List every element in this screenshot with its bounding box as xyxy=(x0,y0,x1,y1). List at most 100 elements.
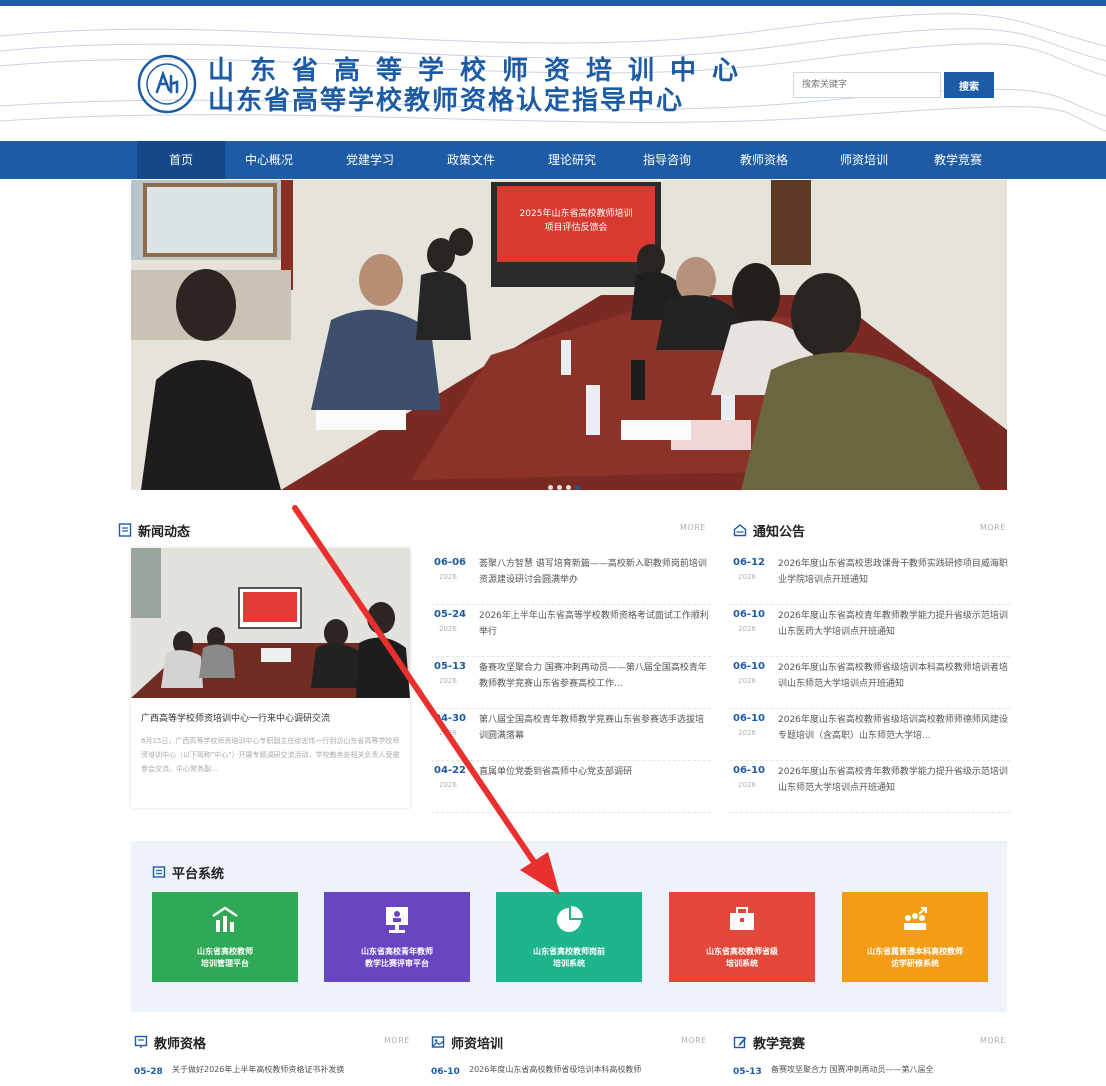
news-more-link[interactable]: MORE xyxy=(680,523,706,532)
list-item[interactable]: 06-10 2026 2026年度山东省高校教师省级培训本科高校教师培训者培训山… xyxy=(730,657,1010,709)
platform-section-header: 平台系统 xyxy=(152,863,352,883)
competition-more-link[interactable]: MORE xyxy=(980,1036,1006,1045)
item-year: 2026 xyxy=(439,729,457,737)
item-title[interactable]: 荟聚八方智慧 谱写培育新篇——高校新入职教师岗前培训资源建设研讨会圆满举办 xyxy=(479,556,711,590)
list-item[interactable]: 06-06 2026 荟聚八方智慧 谱写培育新篇——高校新入职教师岗前培训资源建… xyxy=(431,553,711,605)
svg-text:项目评估反馈会: 项目评估反馈会 xyxy=(544,221,607,233)
platform-section-title: 平台系统 xyxy=(172,867,225,882)
qualification-section-title: 教师资格 xyxy=(154,1037,207,1052)
item-title[interactable]: 2026年度山东省高校青年教师教学能力提升省级示范培训山东师范大学培训点开班通知 xyxy=(778,764,1010,798)
list-item[interactable]: 05-13 备赛攻坚聚合力 国赛冲刺再动员——第八届全 xyxy=(733,1064,1013,1078)
nav-item-policy[interactable]: 政策文件 xyxy=(427,141,515,179)
center-logo xyxy=(137,54,197,114)
carousel-dot[interactable] xyxy=(566,485,571,490)
document-icon xyxy=(118,523,132,537)
edit-icon xyxy=(733,1036,747,1049)
item-title[interactable]: 2026年度山东省高校青年教师教学能力提升省级示范培训山东医药大学培训点开班通知 xyxy=(778,608,1010,642)
tile-pre-service-training[interactable]: 山东省高校教师岗前 培训系统 xyxy=(496,892,642,982)
pie-icon xyxy=(557,906,583,932)
item-date: 04-22 xyxy=(434,765,466,776)
item-date: 06-10 xyxy=(733,661,765,672)
nav-item-training[interactable]: 师资培训 xyxy=(820,141,908,179)
news-feature-caption[interactable]: 广西高等学校师资培训中心一行来中心调研交流 xyxy=(141,711,403,724)
nav-item-party[interactable]: 党建学习 xyxy=(326,141,414,179)
qualification-section-header: 教师资格 xyxy=(134,1033,334,1053)
tile-label: 山东省高校教师岗前 培训系统 xyxy=(533,947,605,968)
item-title[interactable]: 2026年度山东省高校教师省级培训高校教师师德师风建设专题培训（含高职）山东师范… xyxy=(778,712,1010,746)
item-title[interactable]: 直属单位党委到省高师中心党支部调研 xyxy=(479,764,711,798)
banner-carousel[interactable]: 2025年山东省高校教师培训 项目评估反馈会 xyxy=(131,180,1007,490)
item-title[interactable]: 第八届全国高校青年教师教学竞赛山东省参赛选手选拔培训圆满落幕 xyxy=(479,712,711,746)
item-date: 06-10 xyxy=(733,765,765,776)
competition-section-header: 教学竞赛 xyxy=(733,1033,933,1053)
news-feature-summary: 6月15日，广西高等学校师资培训中心专职副主任徐忠伟一行到访山东省高等学校师资培… xyxy=(141,737,400,773)
item-date: 06-12 xyxy=(733,557,765,568)
item-year: 2026 xyxy=(439,625,457,633)
item-title[interactable]: 关于做好2026年上半年高校教师资格证书补发换 xyxy=(172,1064,412,1075)
presenter-icon xyxy=(386,907,408,933)
item-year: 2026 xyxy=(738,677,756,685)
carousel-dot[interactable] xyxy=(548,485,553,490)
tile-competition-review[interactable]: 山东省高校青年教师 教学比赛评审平台 xyxy=(324,892,470,982)
banner-photo: 2025年山东省高校教师培训 项目评估反馈会 xyxy=(131,180,1007,490)
item-date: 04-30 xyxy=(434,713,466,724)
list-item[interactable]: 05-13 2026 备赛攻坚聚合力 国赛冲刺再动员——第八届全国高校青年教师教… xyxy=(431,657,711,709)
item-date: 06-10 xyxy=(733,609,765,620)
nav-item-home[interactable]: 首页 xyxy=(137,141,225,179)
item-date: 06-10 xyxy=(733,713,765,724)
tile-label: 山东省属普通本科高校教师 访学研修系统 xyxy=(867,947,963,968)
notice-list: 06-12 2026 2026年度山东省高校思政课骨干教师实践研修项目威海职业学… xyxy=(730,553,1010,813)
list-item[interactable]: 05-28 关于做好2026年上半年高校教师资格证书补发换 xyxy=(134,1064,414,1078)
notice-section-header: 通知公告 xyxy=(733,521,933,541)
list-item[interactable]: 06-12 2026 2026年度山东省高校思政课骨干教师实践研修项目威海职业学… xyxy=(730,553,1010,605)
list-item[interactable]: 06-10 2026 2026年度山东省高校教师省级培训高校教师师德师风建设专题… xyxy=(730,709,1010,761)
carousel-dot[interactable] xyxy=(557,485,562,490)
site-header: 山东省高等学校师资培训中心 山东省高等学校教师资格认定指导中心 搜索 xyxy=(0,6,1106,141)
training-more-link[interactable]: MORE xyxy=(681,1036,707,1045)
item-title[interactable]: 2026年度山东省高校教师省级培训本科高校教师培训者培训山东师范大学培训点开班通… xyxy=(778,660,1010,694)
list-item[interactable]: 06-10 2026 2026年度山东省高校青年教师教学能力提升省级示范培训山东… xyxy=(730,761,1010,813)
item-year: 2026 xyxy=(738,573,756,581)
carousel-dot-active[interactable] xyxy=(575,485,580,490)
tile-visiting-scholar[interactable]: 山东省属普通本科高校教师 访学研修系统 xyxy=(842,892,988,982)
news-list: 06-06 2026 荟聚八方智慧 谱写培育新篇——高校新入职教师岗前培训资源建… xyxy=(431,553,711,813)
news-feature-card[interactable]: 广西高等学校师资培训中心一行来中心调研交流 6月15日，广西高等学校师资培训中心… xyxy=(131,548,410,808)
item-year: 2026 xyxy=(738,729,756,737)
chart-icon xyxy=(212,906,238,932)
competition-section-title: 教学竞赛 xyxy=(753,1037,806,1052)
qualification-more-link[interactable]: MORE xyxy=(384,1036,410,1045)
item-title[interactable]: 2026年度山东省高校教师省级培训本科高校教师 xyxy=(469,1064,709,1075)
item-title[interactable]: 备赛攻坚聚合力 国赛冲刺再动员——第八届全 xyxy=(771,1064,1011,1075)
training-section-title: 师资培训 xyxy=(451,1037,504,1052)
news-feature-photo xyxy=(131,548,410,698)
item-title[interactable]: 备赛攻坚聚合力 国赛冲刺再动员——第八届全国高校青年教师教学竞赛山东省参赛高校工… xyxy=(479,660,711,694)
item-date: 05-24 xyxy=(434,609,466,620)
search-input[interactable] xyxy=(793,72,941,98)
nav-item-competition[interactable]: 教学竞赛 xyxy=(914,141,1002,179)
news-section-header: 新闻动态 xyxy=(118,521,418,541)
list-item[interactable]: 06-10 2026年度山东省高校教师省级培训本科高校教师 xyxy=(431,1064,711,1078)
nav-item-guidance[interactable]: 指导咨询 xyxy=(623,141,711,179)
platform-section: 平台系统 山东省高校教师 培训管理平台 山东省高校青年教师 教学比赛评审平台 山… xyxy=(131,841,1007,1012)
search-button[interactable]: 搜索 xyxy=(944,72,994,98)
grid-icon xyxy=(152,866,166,878)
house-icon xyxy=(733,524,747,537)
notice-more-link[interactable]: MORE xyxy=(980,523,1006,532)
item-date: 06-10 xyxy=(431,1067,460,1077)
item-year: 2026 xyxy=(738,781,756,789)
nav-item-about[interactable]: 中心概况 xyxy=(225,141,313,179)
item-year: 2026 xyxy=(738,625,756,633)
item-title[interactable]: 2026年上半年山东省高等学校教师资格考试面试工作顺利举行 xyxy=(479,608,711,642)
nav-item-qualification[interactable]: 教师资格 xyxy=(720,141,808,179)
list-item[interactable]: 04-30 2026 第八届全国高校青年教师教学竞赛山东省参赛选手选拔培训圆满落… xyxy=(431,709,711,761)
item-title[interactable]: 2026年度山东省高校思政课骨干教师实践研修项目威海职业学院培训点开班通知 xyxy=(778,556,1010,590)
nav-item-research[interactable]: 理论研究 xyxy=(528,141,616,179)
tile-training-management[interactable]: 山东省高校教师 培训管理平台 xyxy=(152,892,298,982)
list-item[interactable]: 06-10 2026 2026年度山东省高校青年教师教学能力提升省级示范培训山东… xyxy=(730,605,1010,657)
list-item[interactable]: 04-22 2026 直属单位党委到省高师中心党支部调研 xyxy=(431,761,711,813)
tile-provincial-training[interactable]: 山东省高校教师省级 培训系统 xyxy=(669,892,815,982)
list-item[interactable]: 05-24 2026 2026年上半年山东省高等学校教师资格考试面试工作顺利举行 xyxy=(431,605,711,657)
briefcase-icon xyxy=(730,907,754,930)
item-date: 05-28 xyxy=(134,1067,163,1077)
tile-label: 山东省高校教师省级 培训系统 xyxy=(706,947,778,968)
